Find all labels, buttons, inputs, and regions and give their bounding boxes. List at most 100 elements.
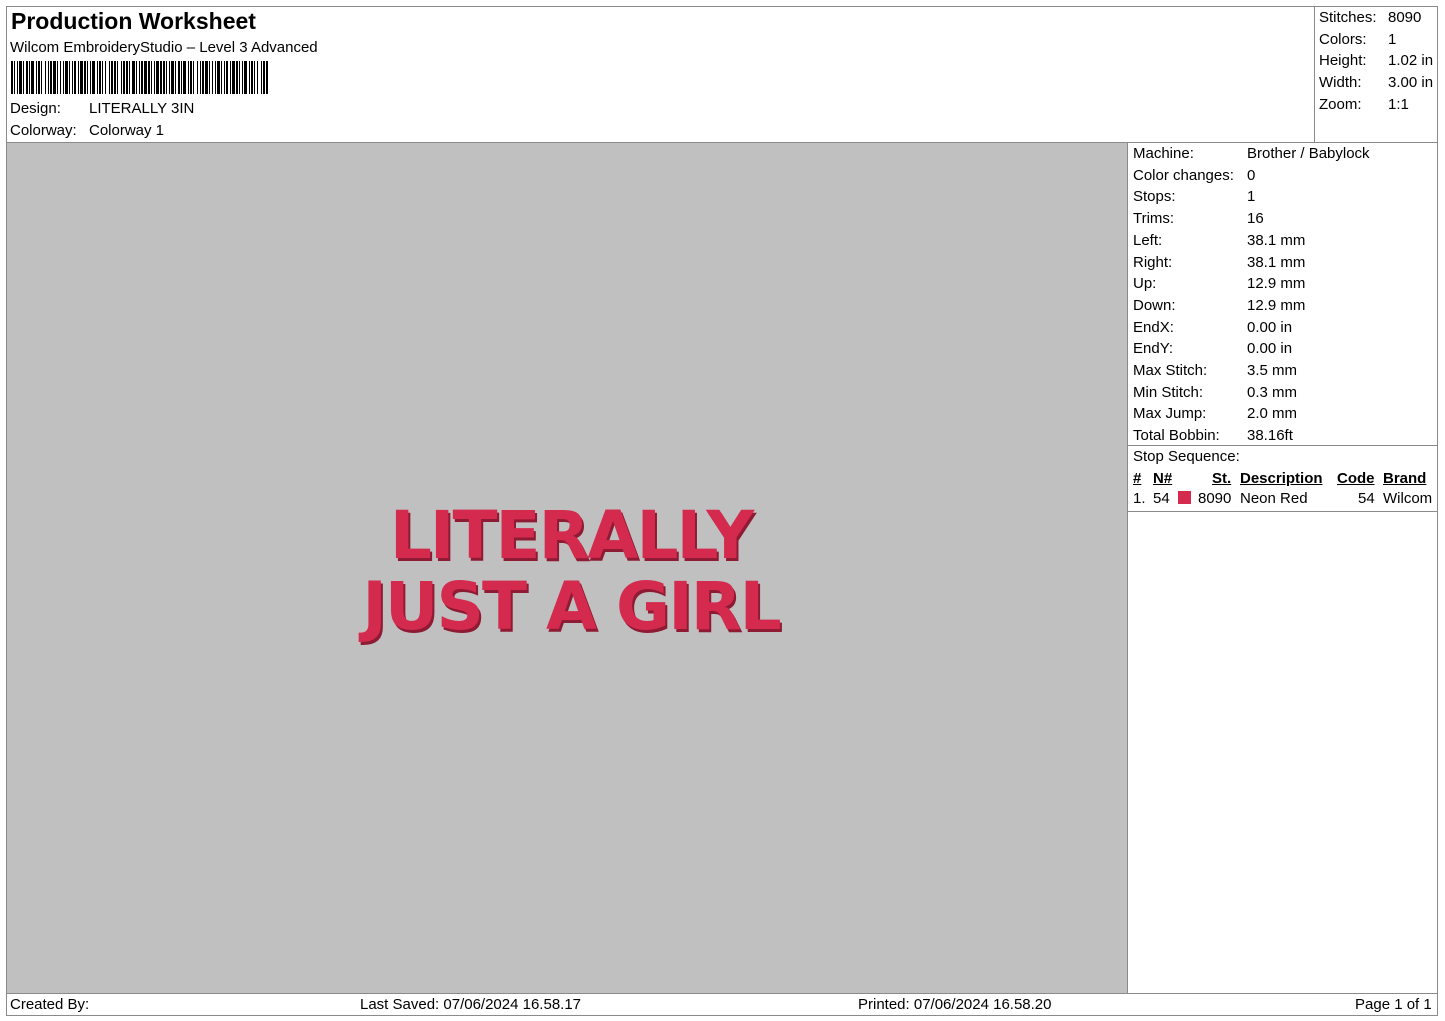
barcode-bar xyxy=(215,61,216,94)
barcode-bar xyxy=(109,61,110,94)
stat-zoom-value: 1:1 xyxy=(1388,96,1409,113)
last-saved: Last Saved: 07/06/2024 16.58.17 xyxy=(360,996,582,1013)
machine-info-label: Color changes: xyxy=(1133,166,1234,184)
barcode-bar xyxy=(129,61,130,94)
stat-height-label: Height: xyxy=(1319,52,1367,69)
barcode-bar xyxy=(171,61,174,94)
barcode-bar xyxy=(175,61,176,94)
barcode-bar xyxy=(97,61,98,94)
barcode-bar xyxy=(188,61,189,94)
barcode-bar xyxy=(78,61,79,94)
barcode-bar xyxy=(92,61,95,94)
stop-row-needle: 54 xyxy=(1153,490,1170,507)
stat-width-label: Width: xyxy=(1319,74,1362,91)
barcode-bar xyxy=(38,61,40,94)
barcode-bar xyxy=(105,61,106,94)
stop-header-num: # xyxy=(1133,470,1142,487)
machine-info-label: Machine: xyxy=(1133,145,1194,162)
machine-info-value: 0.00 in xyxy=(1247,340,1293,358)
barcode-bar xyxy=(197,61,198,94)
machine-info-row: Left: 38.1 mm xyxy=(1133,232,1305,249)
barcode-bar xyxy=(63,61,64,94)
machine-info-label: Right: xyxy=(1133,253,1173,271)
software-name: Wilcom EmbroideryStudio – Level 3 Advanc… xyxy=(10,39,318,56)
stop-row-description: Neon Red xyxy=(1240,490,1308,507)
barcode-bar xyxy=(72,61,73,94)
machine-info-panel: Stop Sequence: # N# St. Description Code… xyxy=(1128,143,1438,993)
barcode-bar xyxy=(11,61,13,94)
barcode-bar xyxy=(48,61,49,94)
stat-height-value: 1.02 in xyxy=(1388,52,1434,69)
barcode-bar xyxy=(117,61,118,94)
machine-info-label: Min Stitch: xyxy=(1133,383,1204,401)
machine-info-row: Machine: Brother / Babylock xyxy=(1133,145,1370,162)
machine-info-label: Total Bobbin: xyxy=(1133,427,1220,445)
barcode-bar xyxy=(226,61,228,94)
divider xyxy=(1128,511,1438,512)
barcode-bar xyxy=(242,61,243,94)
barcode-bar xyxy=(148,61,150,94)
barcode-bar xyxy=(74,61,76,94)
machine-info-row: EndX: 0.00 in xyxy=(1133,319,1292,336)
barcode-bar xyxy=(69,61,70,94)
machine-info-value: 0 xyxy=(1247,166,1256,184)
barcode-bar xyxy=(45,61,46,94)
machine-info-row: Color changes: 0 xyxy=(1133,166,1255,184)
barcode-bar xyxy=(31,61,34,94)
machine-info-value: Brother / Babylock xyxy=(1247,145,1370,162)
barcode-bar xyxy=(151,61,152,94)
barcode-bar xyxy=(132,61,135,94)
design-line1: LITERALLY xyxy=(390,497,755,574)
machine-info-value: 38.1 mm xyxy=(1247,253,1306,271)
machine-info-row: Max Jump: 2.0 mm xyxy=(1133,405,1297,422)
barcode-bar xyxy=(166,61,167,94)
barcode-bar xyxy=(263,61,265,94)
barcode-bar xyxy=(123,61,125,94)
barcode-bar xyxy=(200,61,201,94)
barcode-bar xyxy=(139,61,140,94)
barcode-bar xyxy=(50,61,52,94)
printed-date: Printed: 07/06/2024 16.58.20 xyxy=(858,996,1052,1013)
stop-header-description: Description xyxy=(1240,470,1323,487)
barcode-bar xyxy=(178,61,180,94)
design-preview-canvas: LITERALLY LITERALLY JUST A GIRL JUST A G… xyxy=(7,143,1128,993)
barcode-bar xyxy=(232,61,235,94)
barcode-bar xyxy=(90,61,91,94)
barcode-bar xyxy=(160,61,162,94)
barcode-bar xyxy=(121,61,122,94)
barcode-bar xyxy=(249,61,250,94)
machine-info-value: 12.9 mm xyxy=(1247,275,1306,293)
barcode-bar xyxy=(102,61,103,94)
stop-sequence-title: Stop Sequence: xyxy=(1133,448,1240,465)
stat-zoom-label: Zoom: xyxy=(1319,96,1362,113)
barcode-bar xyxy=(190,61,192,94)
stop-row-stitches: 8090 xyxy=(1198,490,1232,507)
barcode-image xyxy=(11,61,268,94)
design-line2: JUST A GIRL xyxy=(358,568,780,645)
stop-row-brand: Wilcom xyxy=(1383,490,1433,507)
barcode-bar xyxy=(111,61,113,94)
machine-info-value: 16 xyxy=(1247,210,1264,228)
page-title: Production Worksheet xyxy=(11,8,256,34)
barcode-bar xyxy=(17,61,18,94)
barcode-bar xyxy=(156,61,159,94)
colorway-label: Colorway: xyxy=(10,122,77,139)
machine-info-row: Total Bobbin: 38.16ft xyxy=(1133,427,1293,445)
machine-info-row: Min Stitch: 0.3 mm xyxy=(1133,383,1297,401)
stop-header-needle: N# xyxy=(1153,470,1173,487)
machine-info-value: 0.3 mm xyxy=(1247,383,1298,401)
machine-info-value: 12.9 mm xyxy=(1247,296,1306,314)
worksheet-footer: Created By: Last Saved: 07/06/2024 16.58… xyxy=(7,993,1438,1016)
worksheet-header: Production Worksheet Wilcom EmbroiderySt… xyxy=(7,7,1314,143)
barcode-bar xyxy=(257,61,258,94)
page-number: Page 1 of 1 xyxy=(1355,996,1432,1013)
barcode-bar xyxy=(57,61,58,94)
barcode-bar xyxy=(87,61,88,94)
machine-info-value: 3.5 mm xyxy=(1247,362,1298,379)
machine-info-value: 1 xyxy=(1247,188,1256,206)
barcode-bar xyxy=(99,61,101,94)
barcode-bar xyxy=(65,61,68,94)
machine-info-row: Down: 12.9 mm xyxy=(1133,297,1305,314)
divider xyxy=(1128,445,1438,446)
machine-info-label: Max Stitch: xyxy=(1133,362,1208,379)
